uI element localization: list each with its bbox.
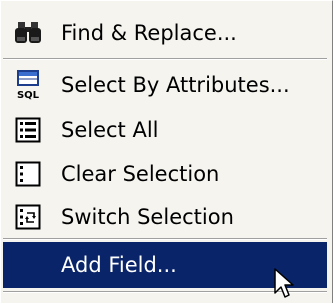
menu-item-label: Select By Attributes...	[61, 73, 290, 97]
menu-item-find-replace[interactable]: Find & Replace...	[3, 10, 327, 56]
menu-item-clear-selection[interactable]: Clear Selection	[3, 151, 327, 197]
menu-item-select-by-attributes[interactable]: SQL Select By Attributes...	[3, 62, 327, 108]
select-all-icon	[3, 107, 53, 153]
menu-item-label: Select All	[61, 118, 159, 142]
menu-item-label: Clear Selection	[61, 162, 220, 186]
switch-selection-icon	[3, 194, 53, 240]
menu-item-label: Add Field...	[61, 253, 177, 277]
sql-badge-text: SQL	[17, 90, 40, 101]
clear-selection-icon	[3, 151, 53, 197]
menu-separator	[3, 238, 327, 240]
mouse-pointer-icon	[274, 268, 294, 298]
context-menu: Find & Replace... SQL Select By Attribut…	[0, 0, 333, 303]
menu-separator	[3, 58, 327, 60]
binoculars-icon	[3, 10, 53, 56]
menu-item-switch-selection[interactable]: Switch Selection	[3, 194, 327, 240]
sql-table-icon: SQL	[3, 62, 53, 108]
menu-item-label: Find & Replace...	[61, 21, 237, 45]
menu-item-select-all[interactable]: Select All	[3, 107, 327, 153]
menu-item-label: Switch Selection	[61, 205, 234, 229]
